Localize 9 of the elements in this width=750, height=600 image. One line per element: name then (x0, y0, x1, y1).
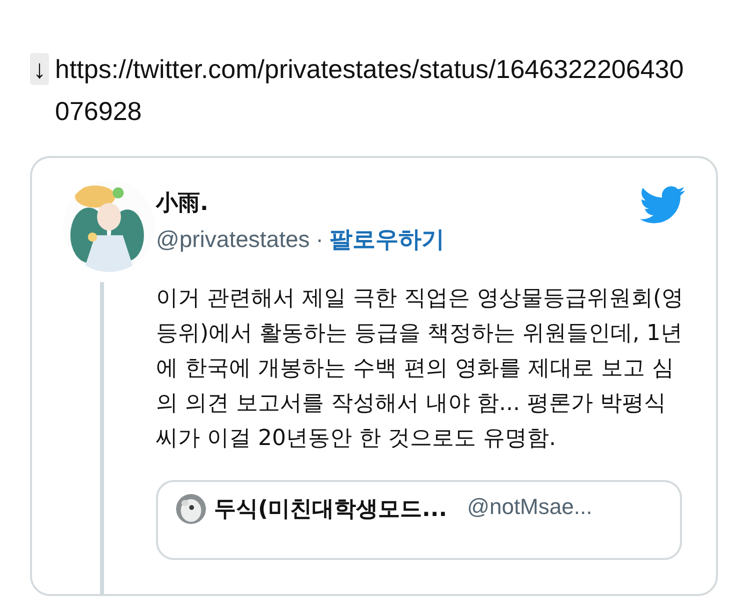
quoted-author-name: 두식(미친대학생모드... (214, 496, 448, 524)
tweet-link[interactable]: https://twitter.com/privatestates/status/1646322206430076928 (55, 48, 695, 132)
quoted-author-handle: @notMsae... (467, 494, 592, 520)
separator-dot: · (316, 226, 324, 252)
author-handle: @privatestates (156, 226, 310, 252)
bird-icon (640, 186, 686, 224)
author-name: 小雨. (156, 190, 210, 218)
follow-link[interactable]: 팔로우하기 (329, 226, 444, 252)
tweet-text: 이거 관련해서 제일 극한 직업은 영상물등급위원회(영등위)에서 활동하는 등급을 책정하는 위원들인데, 1년에 한국에 개봉하는 수백 편의 영화를 제대로 보고 심의 의견 보고서를 작성해서 내야 함... 평론가 박평식씨가 이걸 20년동안 한 것으로도 유명함. (156, 285, 685, 453)
